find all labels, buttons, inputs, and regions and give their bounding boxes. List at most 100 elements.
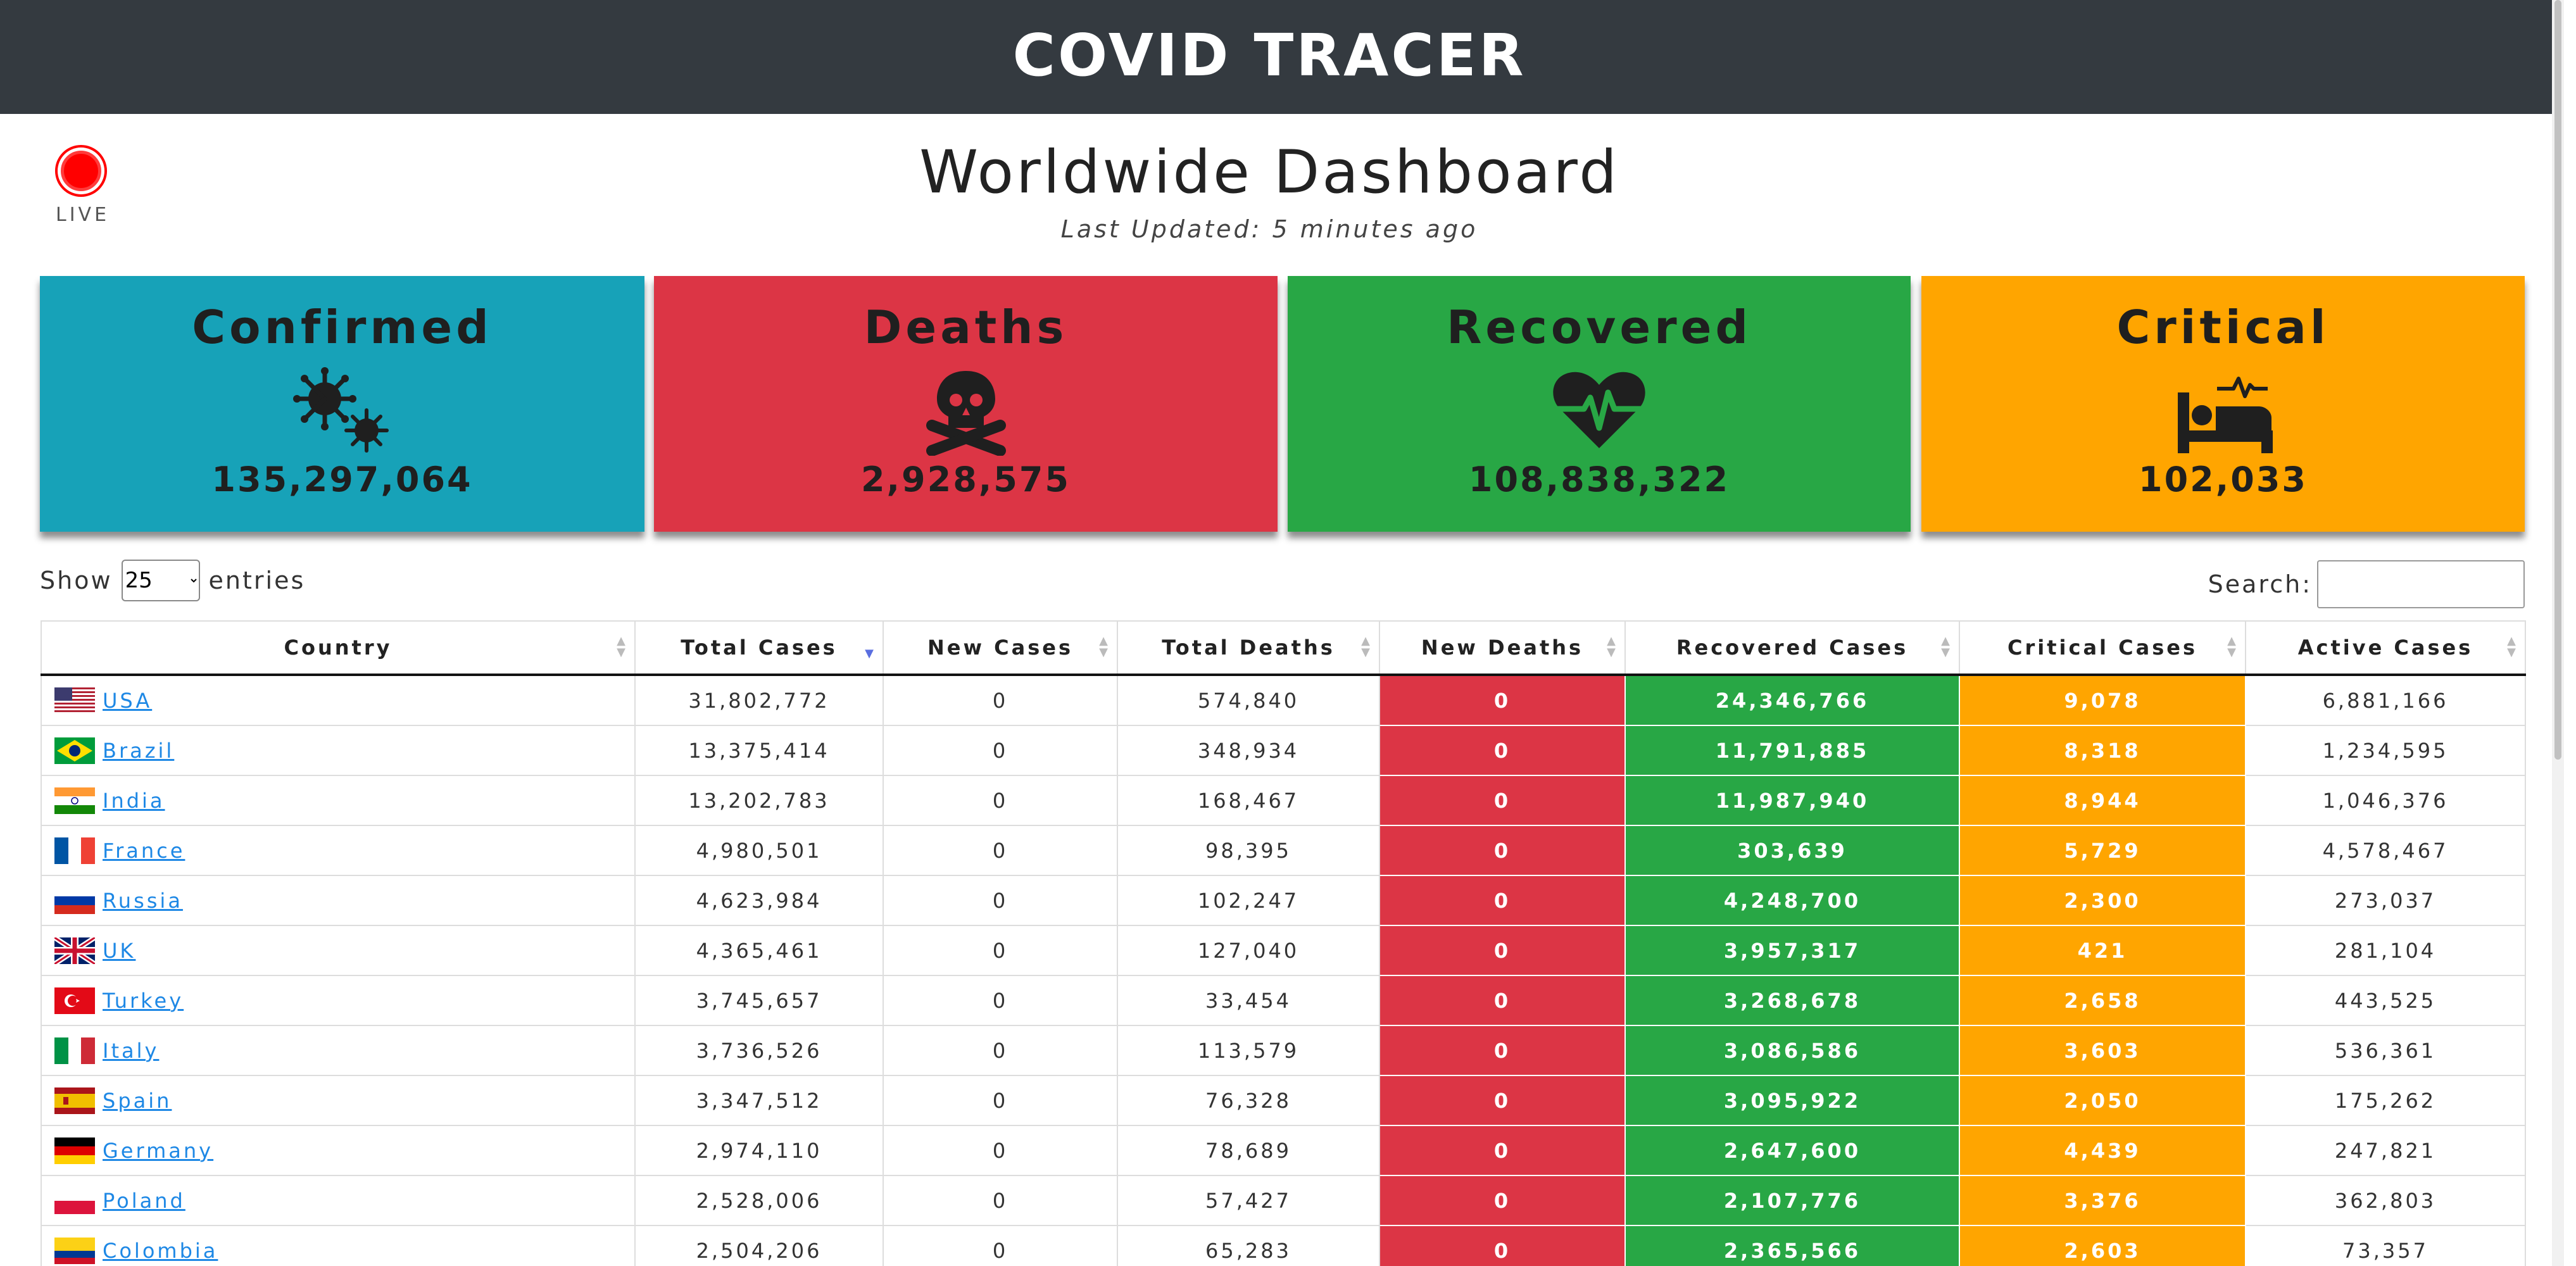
sort-icon: ▲ ▼ xyxy=(2507,634,2516,659)
active-cell: 73,357 xyxy=(2245,1225,2526,1266)
new-deaths-cell: 0 xyxy=(1379,1025,1626,1076)
country-cell: Poland xyxy=(41,1175,636,1226)
col-header-recovered-cases[interactable]: Recovered Cases ▲ ▼ xyxy=(1624,620,1960,676)
col-header-active-cases[interactable]: Active Cases ▲ ▼ xyxy=(2245,620,2526,676)
country-link[interactable]: France xyxy=(103,839,185,863)
total-cases-cell: 31,802,772 xyxy=(634,674,884,726)
col-header-country[interactable]: Country ▲ ▼ xyxy=(41,620,636,676)
critical-cell: 8,944 xyxy=(1959,775,2246,826)
vertical-scrollbar[interactable] xyxy=(2552,0,2564,1266)
total-cases-cell: 4,980,501 xyxy=(634,825,884,876)
critical-cell: 5,729 xyxy=(1959,825,2246,876)
flag-icon xyxy=(54,1037,95,1064)
country-cell: UK xyxy=(41,925,636,976)
critical-cell: 421 xyxy=(1959,925,2246,976)
active-cell: 175,262 xyxy=(2245,1075,2526,1126)
col-header-new-cases[interactable]: New Cases ▲ ▼ xyxy=(883,620,1118,676)
last-updated-text: Last Updated: 5 minutes ago xyxy=(1060,215,1478,243)
total-cases-cell: 3,347,512 xyxy=(634,1075,884,1126)
flag-icon xyxy=(54,787,95,814)
total-deaths-cell: 76,328 xyxy=(1117,1075,1380,1126)
flag-icon xyxy=(54,1087,95,1114)
search-label: Search: xyxy=(2208,570,2312,598)
show-label: Show xyxy=(40,567,113,594)
hospital-bed-icon xyxy=(2173,367,2274,456)
recovered-cell: 3,957,317 xyxy=(1624,925,1960,976)
total-deaths-cell: 574,840 xyxy=(1117,674,1380,726)
flag-icon xyxy=(54,887,95,914)
total-deaths-cell: 102,247 xyxy=(1117,875,1380,926)
active-cell: 1,046,376 xyxy=(2245,775,2526,826)
new-cases-cell: 0 xyxy=(883,975,1118,1026)
recovered-cell: 303,639 xyxy=(1624,825,1960,876)
recovered-title: Recovered xyxy=(1446,301,1752,354)
new-deaths-cell: 0 xyxy=(1379,725,1626,776)
scrollbar-thumb[interactable] xyxy=(2554,0,2561,760)
countries-table: Country ▲ ▼ Total Cases ▼ New Cases ▲ ▼ Total… xyxy=(41,620,2526,1266)
total-deaths-cell: 57,427 xyxy=(1117,1175,1380,1226)
new-cases-cell: 0 xyxy=(883,825,1118,876)
country-link[interactable]: Russia xyxy=(103,889,183,913)
total-cases-cell: 3,736,526 xyxy=(634,1025,884,1076)
country-cell: Colombia xyxy=(41,1225,636,1266)
active-cell: 1,234,595 xyxy=(2245,725,2526,776)
country-link[interactable]: India xyxy=(103,789,165,813)
deaths-title: Deaths xyxy=(864,301,1068,354)
col-header-new-deaths[interactable]: New Deaths ▲ ▼ xyxy=(1379,620,1626,676)
search-input[interactable] xyxy=(2317,560,2525,608)
table-row: Poland 2,528,006 0 57,427 0 2,107,776 3,376 362… xyxy=(41,1175,2526,1226)
country-link[interactable]: USA xyxy=(103,689,152,713)
active-cell: 443,525 xyxy=(2245,975,2526,1026)
confirmed-card: Confirmed 135,297,064 xyxy=(40,276,644,532)
total-deaths-cell: 78,689 xyxy=(1117,1125,1380,1176)
total-cases-cell: 13,202,783 xyxy=(634,775,884,826)
deaths-card: Deaths 2,928,575 xyxy=(654,276,1278,532)
recovered-count: 108,838,322 xyxy=(1468,460,1730,499)
new-deaths-cell: 0 xyxy=(1379,674,1626,726)
flag-icon xyxy=(54,737,95,764)
new-cases-cell: 0 xyxy=(883,1125,1118,1176)
country-link[interactable]: Italy xyxy=(103,1039,159,1063)
new-cases-cell: 0 xyxy=(883,1025,1118,1076)
entries-select[interactable]: 102550100 xyxy=(121,560,200,601)
active-cell: 362,803 xyxy=(2245,1175,2526,1226)
sort-icon: ▲ ▼ xyxy=(1361,634,1370,659)
col-header-critical-cases[interactable]: Critical Cases ▲ ▼ xyxy=(1959,620,2246,676)
country-link[interactable]: Turkey xyxy=(103,989,184,1013)
heartbeat-icon xyxy=(1549,367,1650,456)
critical-cell: 8,318 xyxy=(1959,725,2246,776)
critical-cell: 2,603 xyxy=(1959,1225,2246,1266)
table-row: Germany 2,974,110 0 78,689 0 2,647,600 4,439 24… xyxy=(41,1125,2526,1176)
country-cell: India xyxy=(41,775,636,826)
deaths-count: 2,928,575 xyxy=(860,460,1071,499)
country-cell: USA xyxy=(41,674,636,726)
total-deaths-cell: 65,283 xyxy=(1117,1225,1380,1266)
flag-icon xyxy=(53,935,97,966)
col-header-total-deaths[interactable]: Total Deaths ▲ ▼ xyxy=(1117,620,1380,676)
total-deaths-cell: 113,579 xyxy=(1117,1025,1380,1076)
country-cell: Spain xyxy=(41,1075,636,1126)
country-link[interactable]: Germany xyxy=(103,1139,213,1163)
country-link[interactable]: Spain xyxy=(103,1089,172,1113)
total-cases-cell: 2,974,110 xyxy=(634,1125,884,1176)
new-deaths-cell: 0 xyxy=(1379,1075,1626,1126)
country-cell: Turkey xyxy=(41,975,636,1026)
new-deaths-cell: 0 xyxy=(1379,1125,1626,1176)
table-body: USA 31,802,772 0 574,840 0 24,346,766 9,078 6,8… xyxy=(41,674,2526,1266)
total-deaths-cell: 98,395 xyxy=(1117,825,1380,876)
critical-cell: 2,300 xyxy=(1959,875,2246,926)
total-cases-cell: 13,375,414 xyxy=(634,725,884,776)
country-link[interactable]: Brazil xyxy=(103,739,174,763)
new-cases-cell: 0 xyxy=(883,1175,1118,1226)
country-link[interactable]: Poland xyxy=(103,1189,185,1213)
total-cases-cell: 2,528,006 xyxy=(634,1175,884,1226)
brand-title[interactable]: COVID TRACER xyxy=(0,23,2539,89)
country-link[interactable]: UK xyxy=(103,939,135,963)
new-cases-cell: 0 xyxy=(883,925,1118,976)
col-header-total-cases[interactable]: Total Cases ▼ xyxy=(634,620,884,676)
country-link[interactable]: Colombia xyxy=(103,1239,218,1263)
table-row: Brazil 13,375,414 0 348,934 0 11,791,885 8,318… xyxy=(41,725,2526,776)
country-cell: Germany xyxy=(41,1125,636,1176)
active-cell: 6,881,166 xyxy=(2245,674,2526,726)
total-cases-cell: 4,365,461 xyxy=(634,925,884,976)
